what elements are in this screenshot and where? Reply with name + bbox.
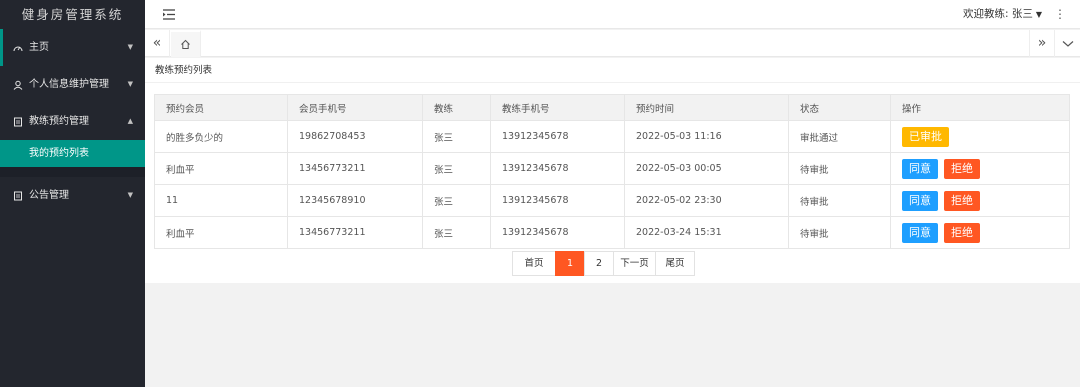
tab-home[interactable]: [171, 30, 201, 57]
divider: [0, 167, 145, 177]
next-page-button[interactable]: 下一页: [613, 251, 656, 276]
document-icon: [12, 190, 24, 202]
chevron-down-icon: ▼: [127, 80, 133, 88]
table-row: 利血平 13456773211 张三 13912345678 2022-03-2…: [154, 216, 1070, 249]
sidebar-item-profile[interactable]: 个人信息维护管理 ▼: [0, 66, 145, 103]
actions-cell: 同意 拒绝: [890, 184, 1070, 217]
sidebar-subitem-my-bookings[interactable]: 我的预约列表: [0, 140, 145, 167]
coach-cell: 张三: [422, 184, 491, 217]
chevron-up-icon: ▲: [127, 117, 133, 125]
user-icon: [12, 79, 24, 91]
member-phone-cell: 12345678910: [287, 184, 423, 217]
first-page-button[interactable]: 首页: [512, 251, 556, 276]
member-phone-cell: 13456773211: [287, 216, 423, 249]
sidebar-item-label: 教练预约管理: [29, 116, 89, 127]
tab-scroll-left-icon[interactable]: «: [145, 30, 170, 57]
coach-phone-cell: 13912345678: [490, 152, 625, 185]
status-badge: 审批通过: [788, 120, 891, 153]
dashboard-icon: [12, 42, 24, 54]
sidebar-item-label: 公告管理: [29, 190, 69, 201]
member-phone-cell: 13456773211: [287, 152, 423, 185]
page-title: 教练预约列表: [145, 58, 1080, 83]
actions-cell: 已审批: [890, 120, 1070, 153]
status-badge: 待审批: [788, 152, 891, 185]
last-page-button[interactable]: 尾页: [655, 251, 695, 276]
column-header: 预约会员: [154, 94, 288, 121]
agree-button[interactable]: 同意: [902, 190, 938, 211]
time-cell: 2022-05-02 23:30: [624, 184, 789, 217]
sidebar-item-announcements[interactable]: 公告管理 ▼: [0, 177, 145, 214]
column-header: 教练手机号: [490, 94, 625, 121]
table-row: 的胜多负少的 19862708453 张三 13912345678 2022-0…: [154, 120, 1070, 153]
agree-button[interactable]: 同意: [902, 222, 938, 243]
top-header: 欢迎教练: 张三 ▼ ⋮: [145, 0, 1080, 29]
tab-scroll-right-icon[interactable]: »: [1029, 30, 1054, 57]
agree-button[interactable]: 同意: [902, 158, 938, 179]
page-button[interactable]: 2: [584, 251, 614, 276]
pagination: 首页 1 2 下一页 尾页: [512, 251, 695, 276]
member-cell: 利血平: [154, 152, 288, 185]
approved-button[interactable]: 已审批: [902, 126, 949, 147]
table-row: 11 12345678910 张三 13912345678 2022-05-02…: [154, 184, 1070, 217]
coach-cell: 张三: [422, 152, 491, 185]
user-welcome-label: 欢迎教练: 张三: [962, 8, 1033, 20]
column-header: 会员手机号: [287, 94, 423, 121]
reject-button[interactable]: 拒绝: [944, 158, 980, 179]
chevron-down-icon: ▼: [127, 43, 133, 51]
reject-button[interactable]: 拒绝: [944, 190, 980, 211]
sidebar-submenu: 我的预约列表: [0, 140, 145, 177]
time-cell: 2022-05-03 00:05: [624, 152, 789, 185]
status-badge: 待审批: [788, 184, 891, 217]
status-badge: 待审批: [788, 216, 891, 249]
sidebar-item-label: 个人信息维护管理: [29, 79, 109, 90]
main-content: 教练预约列表 预约会员 会员手机号 教练 教练手机号 预约时间 状态 操作 的胜…: [145, 58, 1080, 283]
time-cell: 2022-05-03 11:16: [624, 120, 789, 153]
menu-fold-icon[interactable]: [162, 8, 176, 21]
coach-phone-cell: 13912345678: [490, 184, 625, 217]
booking-table: 预约会员 会员手机号 教练 教练手机号 预约时间 状态 操作 的胜多负少的 19…: [154, 94, 1070, 249]
actions-cell: 同意 拒绝: [890, 216, 1070, 249]
caret-down-icon: ▼: [1035, 10, 1042, 19]
member-phone-cell: 19862708453: [287, 120, 423, 153]
sidebar: 健身房管理系统 主页 ▼ 个人信息维护管理 ▼ 教练预约管理 ▲ 我的预约列表 …: [0, 0, 145, 387]
sidebar-item-coach-booking[interactable]: 教练预约管理 ▲: [0, 103, 145, 140]
table-header-row: 预约会员 会员手机号 教练 教练手机号 预约时间 状态 操作: [154, 94, 1070, 121]
chevron-down-icon: ▼: [127, 191, 133, 199]
coach-phone-cell: 13912345678: [490, 120, 625, 153]
column-header: 教练: [422, 94, 491, 121]
actions-cell: 同意 拒绝: [890, 152, 1070, 185]
document-icon: [12, 116, 24, 128]
app-title: 健身房管理系统: [0, 0, 145, 29]
table-row: 利血平 13456773211 张三 13912345678 2022-05-0…: [154, 152, 1070, 185]
coach-phone-cell: 13912345678: [490, 216, 625, 249]
member-cell: 11: [154, 184, 288, 217]
page-button-current[interactable]: 1: [555, 251, 585, 276]
sidebar-item-home[interactable]: 主页 ▼: [0, 29, 145, 66]
reject-button[interactable]: 拒绝: [944, 222, 980, 243]
member-cell: 利血平: [154, 216, 288, 249]
home-icon: [181, 39, 190, 49]
member-cell: 的胜多负少的: [154, 120, 288, 153]
coach-cell: 张三: [422, 216, 491, 249]
column-header: 状态: [788, 94, 891, 121]
column-header: 操作: [890, 94, 1070, 121]
user-menu[interactable]: 欢迎教练: 张三 ▼: [963, 0, 1042, 29]
tab-bar: « »: [145, 30, 1080, 57]
tab-menu-chevron-down-icon[interactable]: [1054, 30, 1080, 57]
time-cell: 2022-03-24 15:31: [624, 216, 789, 249]
sidebar-item-label: 主页: [29, 42, 49, 53]
column-header: 预约时间: [624, 94, 789, 121]
more-vertical-icon[interactable]: ⋮: [1054, 0, 1066, 29]
coach-cell: 张三: [422, 120, 491, 153]
